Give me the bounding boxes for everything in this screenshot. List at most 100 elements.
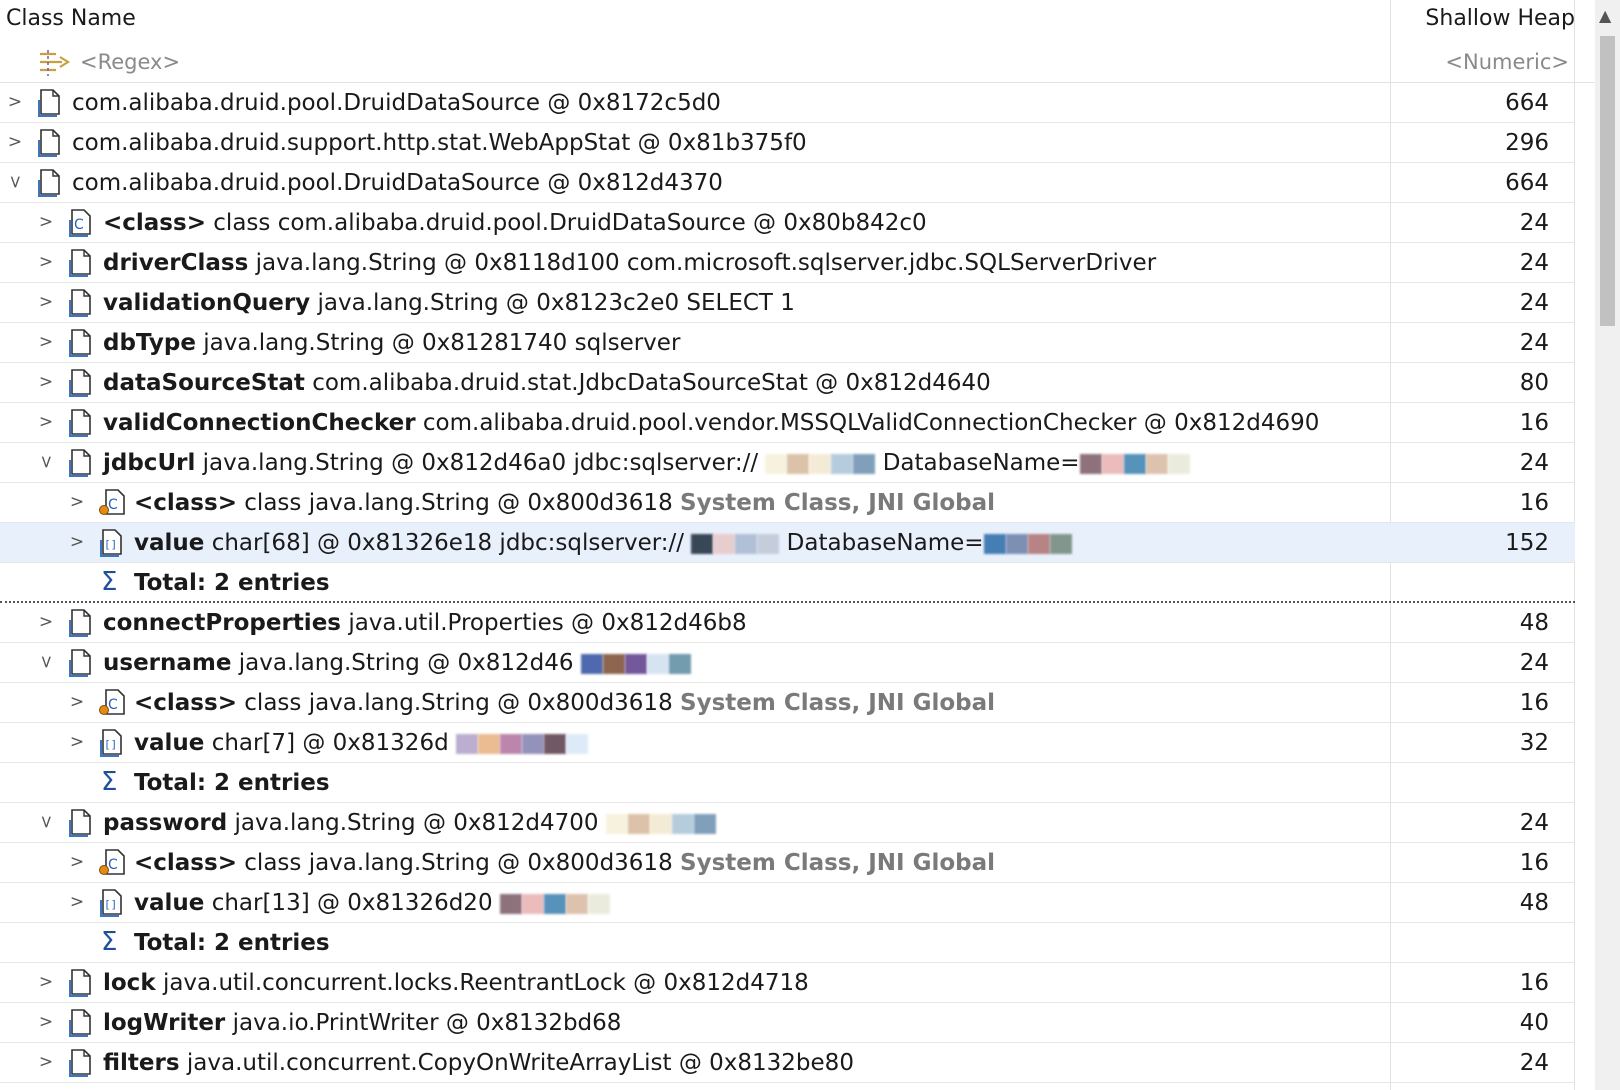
- tree-row[interactable]: > C <class> class java.lang.String @ 0x800…: [0, 683, 1575, 723]
- column-header-shallow-heap[interactable]: Shallow Heap: [1425, 6, 1575, 31]
- expand-chevron-icon[interactable]: >: [6, 91, 24, 113]
- tree-row[interactable]: > validationQuery java.lang.String @ 0x81…: [0, 283, 1575, 323]
- field-name: password: [103, 810, 228, 836]
- field-name: driverClass: [103, 250, 249, 276]
- row-label: username java.lang.String @ 0x812d46: [103, 648, 691, 678]
- expand-chevron-icon[interactable]: >: [37, 251, 55, 273]
- tree-row[interactable]: > com.alibaba.druid.pool.DruidDataSource …: [0, 163, 1575, 203]
- expand-chevron-icon[interactable]: >: [37, 211, 55, 233]
- class-gc-root-icon: C: [98, 487, 126, 517]
- expand-chevron-icon[interactable]: >: [68, 491, 86, 513]
- shallow-heap-value: 24: [1519, 650, 1549, 676]
- tree-row[interactable]: > dataSourceStat com.alibaba.druid.stat.J…: [0, 363, 1575, 403]
- total-row[interactable]: Σ Total: 2 entries: [0, 563, 1575, 603]
- tree-row[interactable]: > driverClass java.lang.String @ 0x8118d1…: [0, 243, 1575, 283]
- collapse-chevron-icon[interactable]: >: [35, 453, 57, 471]
- row-label: com.alibaba.druid.pool.DruidDataSource @…: [72, 88, 721, 118]
- tree-row[interactable]: > validConnectionChecker com.alibaba.drui…: [0, 403, 1575, 443]
- collapse-chevron-icon[interactable]: >: [35, 653, 57, 671]
- tree-row[interactable]: > com.alibaba.druid.pool.DruidDataSource …: [0, 83, 1575, 123]
- row-label: value char[68] @ 0x81326e18 jdbc:sqlserv…: [134, 528, 1072, 558]
- expand-chevron-icon[interactable]: >: [37, 1051, 55, 1073]
- tree-row[interactable]: > C <class> class java.lang.String @ 0x800…: [0, 483, 1575, 523]
- expand-chevron-icon[interactable]: >: [37, 291, 55, 313]
- object-icon: [67, 1047, 95, 1077]
- row-label: value char[7] @ 0x81326d: [134, 728, 588, 758]
- object-description: java.lang.String @ 0x812d4700: [234, 810, 599, 836]
- object-icon: [67, 407, 95, 437]
- expand-chevron-icon[interactable]: >: [68, 531, 86, 553]
- expand-chevron-icon[interactable]: >: [68, 891, 86, 913]
- collapse-chevron-icon[interactable]: >: [4, 173, 26, 191]
- object-description: com.alibaba.druid.stat.JdbcDataSourceSta…: [312, 370, 991, 396]
- shallow-heap-value: 296: [1505, 130, 1549, 156]
- sigma-icon: Σ: [101, 767, 118, 797]
- shallow-heap-value: 24: [1519, 250, 1549, 276]
- object-description: char[68] @ 0x81326e18 jdbc:sqlserver://: [211, 530, 685, 556]
- gc-root-info: System Class, JNI Global: [680, 690, 996, 716]
- object-description: java.lang.String @ 0x812d46a0 jdbc:sqlse…: [202, 450, 759, 476]
- field-name: <class>: [134, 490, 237, 516]
- total-row[interactable]: Σ Total: 2 entries: [0, 763, 1575, 803]
- collapse-chevron-icon[interactable]: >: [35, 813, 57, 831]
- expand-chevron-icon[interactable]: >: [37, 611, 55, 633]
- object-description: java.lang.String @ 0x81281740 sqlserver: [203, 330, 681, 356]
- column-header-class-name[interactable]: Class Name: [6, 6, 136, 31]
- object-description: class java.lang.String @ 0x800d3618: [244, 850, 673, 876]
- tree-row[interactable]: > [] value char[68] @ 0x81326e18 jdbc:sqls…: [0, 523, 1575, 563]
- numeric-filter-input[interactable]: <Numeric>: [1445, 50, 1569, 74]
- tree-row[interactable]: > filters java.util.concurrent.CopyOnWrit…: [0, 1043, 1575, 1083]
- expand-chevron-icon[interactable]: >: [37, 1011, 55, 1033]
- object-tree-table[interactable]: Class Name Shallow Heap <Regex> <Numeric…: [0, 0, 1595, 1090]
- shallow-heap-value: 16: [1519, 410, 1549, 436]
- tree-row[interactable]: > jdbcUrl java.lang.String @ 0x812d46a0 j…: [0, 443, 1575, 483]
- expand-chevron-icon[interactable]: >: [37, 371, 55, 393]
- scrollbar-thumb[interactable]: [1600, 36, 1615, 326]
- tree-row[interactable]: > C <class> class com.alibaba.druid.pool.D…: [0, 203, 1575, 243]
- object-description: com.alibaba.druid.support.http.stat.WebA…: [72, 130, 807, 156]
- svg-text:C: C: [108, 497, 118, 513]
- row-label: password java.lang.String @ 0x812d4700: [103, 808, 716, 838]
- shallow-heap-value: 40: [1519, 1010, 1549, 1036]
- shallow-heap-value: 664: [1505, 90, 1549, 116]
- scroll-up-icon[interactable]: ▲: [1599, 6, 1611, 25]
- tree-row[interactable]: > com.alibaba.druid.support.http.stat.Web…: [0, 123, 1575, 163]
- tree-row[interactable]: > C <class> class java.lang.String @ 0x800…: [0, 843, 1575, 883]
- expand-chevron-icon[interactable]: >: [37, 331, 55, 353]
- field-name: lock: [103, 970, 156, 996]
- tree-row[interactable]: > dbType java.lang.String @ 0x81281740 sq…: [0, 323, 1575, 363]
- field-name: value: [134, 530, 205, 556]
- regex-filter-input[interactable]: <Regex>: [80, 50, 180, 74]
- expand-chevron-icon[interactable]: >: [68, 691, 86, 713]
- field-name: <class>: [134, 690, 237, 716]
- object-description: char[13] @ 0x81326d20: [211, 890, 493, 916]
- expand-chevron-icon[interactable]: >: [37, 971, 55, 993]
- object-icon: [67, 367, 95, 397]
- expand-chevron-icon[interactable]: >: [68, 851, 86, 873]
- object-description: class java.lang.String @ 0x800d3618: [244, 690, 673, 716]
- object-description: class java.lang.String @ 0x800d3618: [244, 490, 673, 516]
- field-name: Total: 2 entries: [134, 570, 330, 596]
- object-description: char[7] @ 0x81326d: [211, 730, 449, 756]
- tree-row[interactable]: > [] value char[7] @ 0x81326d 32: [0, 723, 1575, 763]
- shallow-heap-value: 16: [1519, 490, 1549, 516]
- tree-row[interactable]: > [] value char[13] @ 0x81326d20 48: [0, 883, 1575, 923]
- expand-chevron-icon[interactable]: >: [37, 411, 55, 433]
- tree-row[interactable]: > logWriter java.io.PrintWriter @ 0x8132b…: [0, 1003, 1575, 1043]
- vertical-scrollbar[interactable]: ▲: [1595, 0, 1620, 1090]
- row-label: <class> class java.lang.String @ 0x800d3…: [134, 688, 995, 718]
- total-row[interactable]: Σ Total: 2 entries: [0, 923, 1575, 963]
- shallow-heap-value: 24: [1519, 450, 1549, 476]
- shallow-heap-value: 152: [1505, 530, 1549, 556]
- field-name: username: [103, 650, 232, 676]
- svg-text:[]: []: [104, 738, 117, 751]
- object-description: java.util.concurrent.locks.ReentrantLock…: [162, 970, 809, 996]
- tree-row[interactable]: > lock java.util.concurrent.locks.Reentra…: [0, 963, 1575, 1003]
- tree-row[interactable]: > connectProperties java.util.Properties …: [0, 603, 1575, 643]
- field-name: validationQuery: [103, 290, 311, 316]
- field-name: validConnectionChecker: [103, 410, 416, 436]
- expand-chevron-icon[interactable]: >: [6, 131, 24, 153]
- tree-row[interactable]: > username java.lang.String @ 0x812d46 24: [0, 643, 1575, 683]
- expand-chevron-icon[interactable]: >: [68, 731, 86, 753]
- tree-row[interactable]: > password java.lang.String @ 0x812d4700 …: [0, 803, 1575, 843]
